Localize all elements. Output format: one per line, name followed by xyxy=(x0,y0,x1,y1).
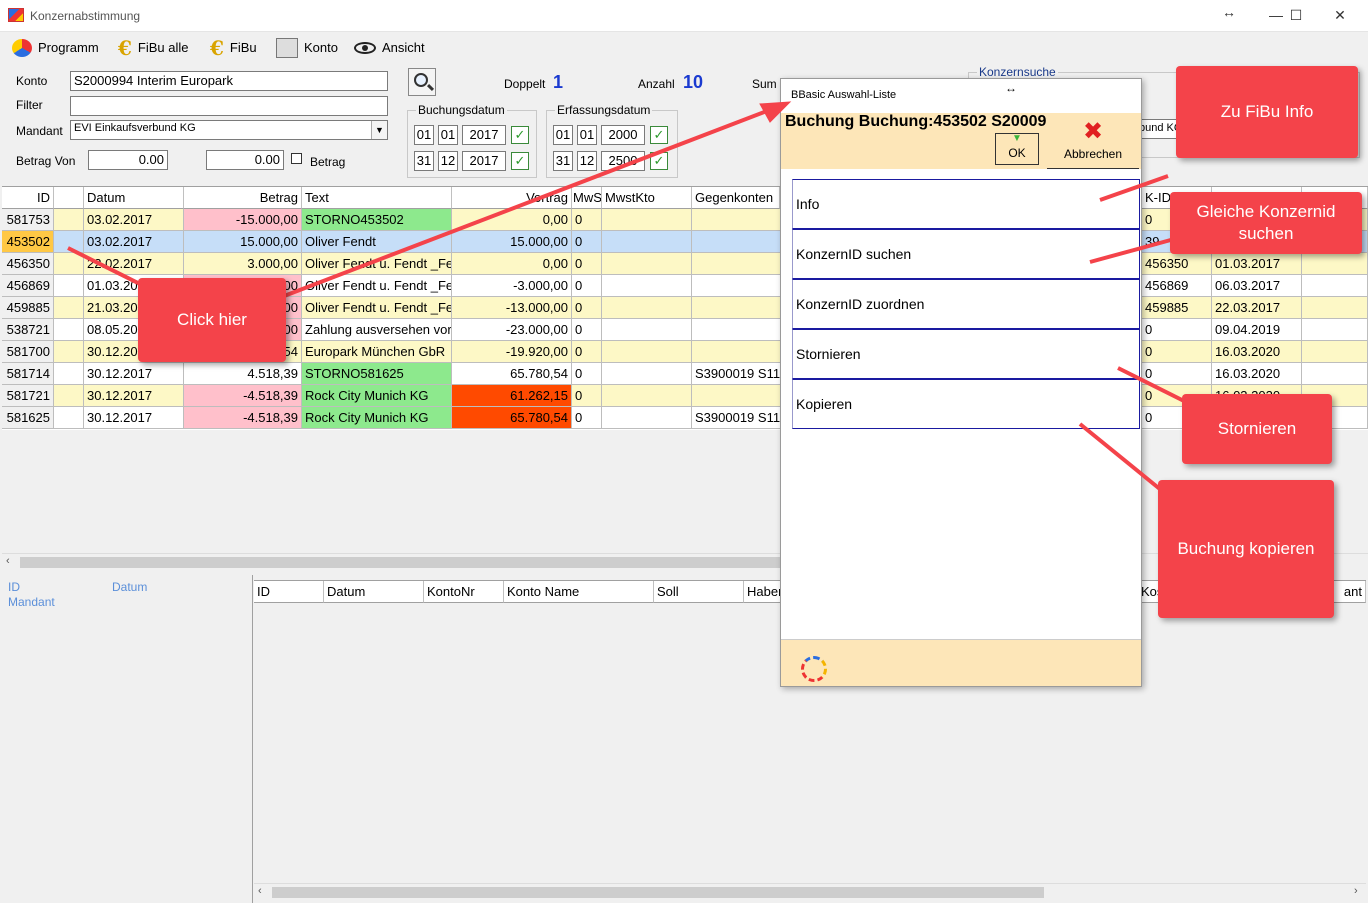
callout-fibu-info: Zu FiBu Info xyxy=(1176,66,1358,158)
arrow-click-hier xyxy=(257,104,781,308)
callout-stornieren: Stornieren xyxy=(1182,394,1332,464)
callout-kopieren: Buchung kopieren xyxy=(1158,480,1334,618)
callout-click-hier: Click hier xyxy=(138,278,286,362)
annotation-arrows xyxy=(67,101,1191,496)
arrow-konzernid xyxy=(1089,236,1179,264)
arrow-fibu-info xyxy=(1099,174,1169,202)
arrow-stornieren xyxy=(1117,366,1191,406)
callout-konzernid: Gleiche Konzernid suchen xyxy=(1170,192,1362,254)
arrow-kopieren xyxy=(1078,422,1168,496)
